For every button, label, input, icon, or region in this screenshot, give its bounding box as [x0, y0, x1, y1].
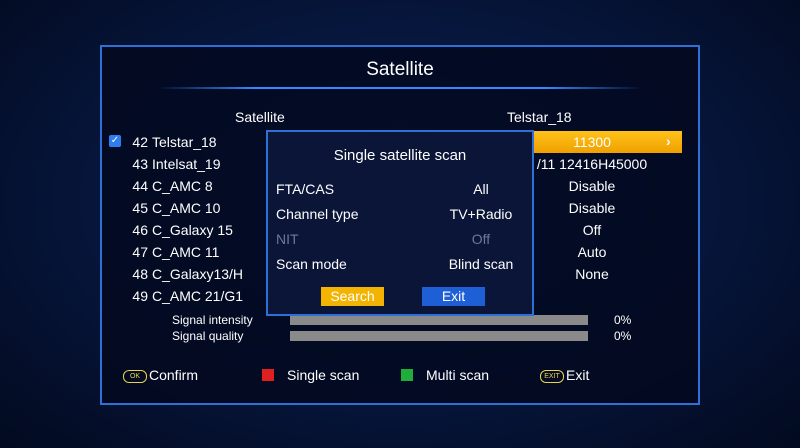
satellite-name: C_AMC 21/G1 — [152, 288, 244, 304]
satellite-number: 42 — [132, 134, 148, 150]
page-title: Satellite — [366, 59, 434, 80]
green-key-icon — [401, 369, 413, 381]
search-button[interactable]: Search — [321, 287, 384, 306]
satellite-column-header: Satellite — [235, 109, 285, 125]
row-label: Scan mode — [276, 256, 347, 272]
param-unicable[interactable]: None — [537, 266, 647, 282]
row-value[interactable]: TV+Radio — [426, 206, 536, 222]
satellite-number: 46 — [132, 222, 148, 238]
exit-key-icon: EXIT — [540, 369, 564, 383]
satellite-name: C_Galaxy13/H — [152, 266, 244, 282]
red-key-icon — [262, 369, 274, 381]
param-motor[interactable]: Disable — [537, 200, 647, 216]
exit-button[interactable]: Exit — [422, 287, 485, 306]
checkbox-checked-icon[interactable]: ✓ — [109, 135, 121, 147]
satellite-name: C_Galaxy 15 — [152, 222, 233, 238]
satellite-name: C_AMC 8 — [152, 178, 213, 194]
param-diseqc[interactable]: Disable — [537, 178, 647, 194]
confirm-label: Confirm — [149, 367, 199, 383]
param-frequency[interactable]: 11300 — [537, 134, 647, 150]
satellite-name: Telstar_18 — [152, 134, 217, 150]
satellite-name: Intelsat_19 — [152, 156, 221, 172]
param-transponder[interactable]: /11 12416H45000 — [512, 156, 672, 172]
satellite-number: 47 — [132, 244, 148, 260]
exit-hint[interactable]: EXIT Exit — [540, 367, 589, 383]
selected-satellite-header: Telstar_18 — [507, 109, 572, 125]
satellite-number: 48 — [132, 266, 148, 282]
ok-key-icon: OK — [123, 369, 147, 383]
chevron-right-icon[interactable]: › — [666, 134, 680, 148]
satellite-number: 45 — [132, 200, 148, 216]
param-lnb-power[interactable]: Auto — [537, 244, 647, 260]
satellite-name: C_AMC 10 — [152, 200, 221, 216]
title-divider — [157, 87, 643, 89]
row-value[interactable]: All — [426, 181, 536, 197]
single-scan-hint[interactable]: Single scan — [287, 367, 359, 383]
signal-intensity-value: 0% — [614, 313, 632, 327]
signal-quality-value: 0% — [614, 329, 632, 343]
confirm-hint[interactable]: OK Confirm — [123, 367, 198, 383]
row-value: Off — [471, 231, 491, 247]
signal-quality-bar — [290, 331, 588, 341]
multi-scan-hint[interactable]: Multi scan — [426, 367, 489, 383]
row-label: FTA/CAS — [276, 181, 335, 197]
param-tone[interactable]: Off — [537, 222, 647, 238]
row-label: NIT — [276, 231, 299, 247]
single-satellite-scan-dialog: Single satellite scan FTA/CAS All Channe… — [266, 130, 534, 316]
satellite-number: 49 — [132, 288, 148, 304]
signal-intensity-bar — [290, 315, 588, 325]
exit-label: Exit — [566, 367, 590, 383]
row-value[interactable]: Blind scan — [426, 256, 536, 272]
satellite-number: 43 — [132, 156, 148, 172]
satellite-number: 44 — [132, 178, 148, 194]
satellite-name: C_AMC 11 — [152, 244, 220, 260]
signal-intensity-label: Signal intensity — [172, 313, 253, 327]
row-label: Channel type — [276, 206, 359, 222]
signal-quality-label: Signal quality — [172, 329, 244, 343]
dialog-title: Single satellite scan — [333, 147, 467, 164]
